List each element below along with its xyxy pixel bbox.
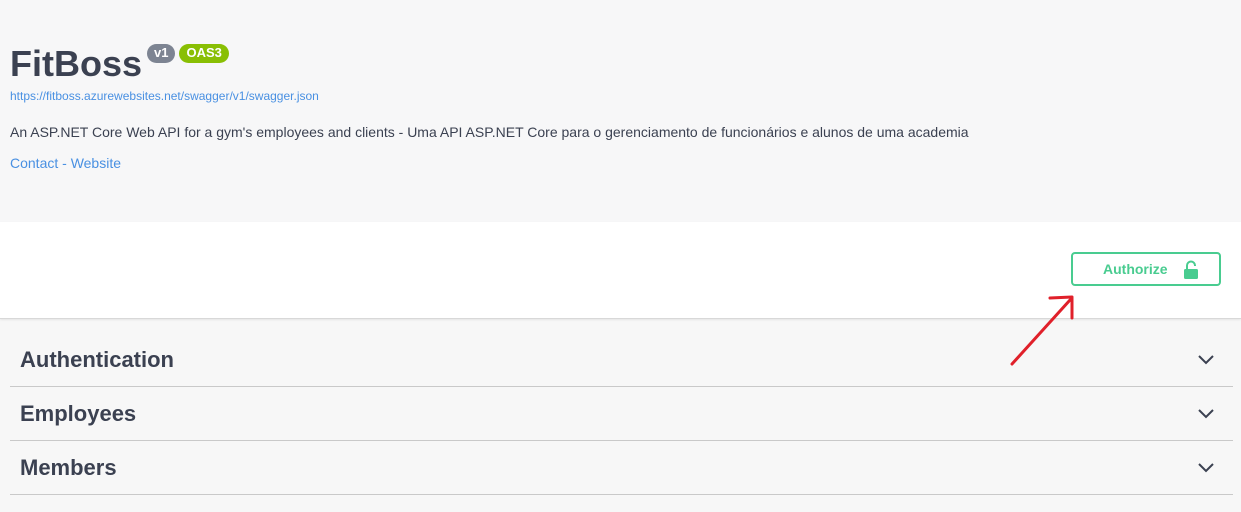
contact-website-link[interactable]: Contact - Website (10, 155, 121, 171)
title-row: FitBoss v1 OAS3 (10, 42, 229, 86)
chevron-down-icon[interactable] (1196, 404, 1216, 424)
api-title: FitBoss (10, 43, 143, 84)
oas-badge: OAS3 (179, 44, 229, 63)
version-badge: v1 (147, 44, 176, 63)
authorize-button[interactable]: Authorize (1071, 252, 1221, 286)
chevron-down-icon[interactable] (1196, 350, 1216, 370)
tag-name: Employees (20, 400, 137, 426)
chevron-down-icon[interactable] (1196, 458, 1216, 478)
tag-name: Members (20, 454, 117, 480)
unlocked-lock-icon (1183, 260, 1199, 283)
api-info-section: FitBoss v1 OAS3 https://fitboss.azureweb… (0, 0, 1241, 222)
tag-section-employees[interactable]: Employees (10, 387, 1233, 441)
operations-tag-list: Authentication Employees Members (10, 333, 1233, 495)
api-description: An ASP.NET Core Web API for a gym's empl… (10, 124, 969, 140)
tag-name: Authentication (20, 346, 174, 372)
tag-section-authentication[interactable]: Authentication (10, 333, 1233, 387)
spec-url-link[interactable]: https://fitboss.azurewebsites.net/swagge… (10, 89, 319, 103)
authorize-label: Authorize (1103, 261, 1168, 277)
tag-section-members[interactable]: Members (10, 441, 1233, 495)
